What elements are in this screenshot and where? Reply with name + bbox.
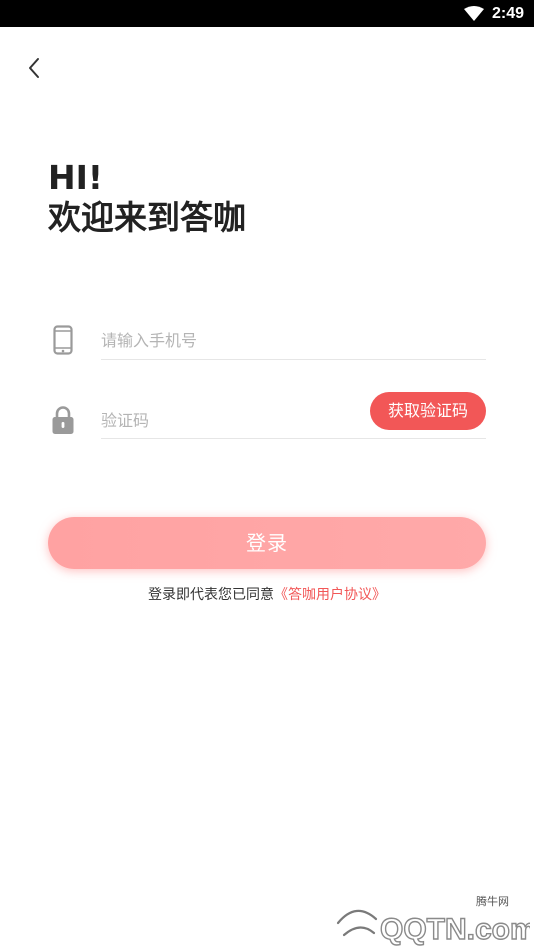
agreement-text: 登录即代表您已同意《答咖用户协议》: [0, 585, 534, 605]
login-button[interactable]: 登录: [48, 517, 486, 569]
status-bar: 2:49: [0, 0, 534, 27]
mobile-phone-icon: [48, 324, 78, 356]
greeting-title: HI! 欢迎来到答咖: [48, 158, 246, 238]
code-input[interactable]: [101, 398, 361, 442]
back-button[interactable]: [18, 52, 50, 84]
code-underline: [101, 438, 486, 439]
phone-input[interactable]: [101, 318, 486, 362]
wifi-icon: [464, 6, 484, 21]
watermark-logo-text: QQTN.com: [380, 913, 530, 946]
watermark-cn-text: 腾牛网: [476, 895, 509, 908]
agreement-prefix: 登录即代表您已同意: [148, 587, 274, 603]
watermark-logo: 腾牛网 QQTN.com: [330, 893, 534, 947]
login-screen: 2:49 HI! 欢迎来到答咖 请输入手机号 验证码 获取验证码 登录 登录即代…: [0, 0, 534, 949]
phone-field-row: [48, 316, 486, 364]
phone-underline: [101, 359, 486, 360]
chevron-left-icon: [29, 58, 39, 78]
lock-icon: [48, 404, 78, 436]
status-time: 2:49: [492, 5, 525, 22]
code-field-row: 获取验证码: [48, 392, 486, 442]
user-agreement-link[interactable]: 《答咖用户协议》: [274, 587, 386, 603]
greeting-line-welcome: 欢迎来到答咖: [48, 198, 246, 237]
greeting-line-hi: HI!: [48, 158, 103, 197]
get-code-button[interactable]: 获取验证码: [370, 392, 486, 430]
